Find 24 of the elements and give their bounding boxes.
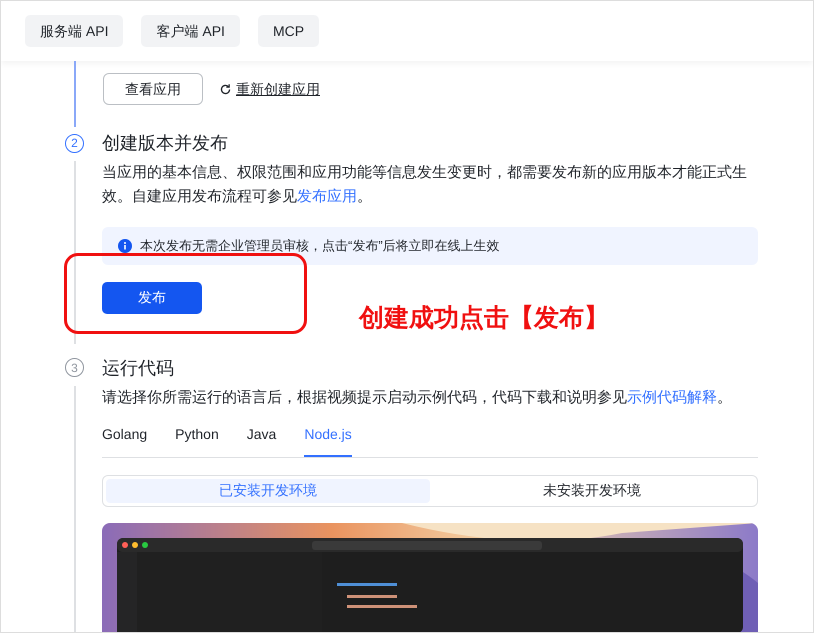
doc-tab[interactable]: 服务端 API xyxy=(25,15,124,47)
doc-tab[interactable]: 客户端 API xyxy=(141,15,240,47)
language-tab[interactable]: Java xyxy=(246,424,276,456)
refresh-icon xyxy=(219,82,232,96)
environment-tab[interactable]: 已安装开发环境 xyxy=(106,478,430,502)
step-number: 3 xyxy=(65,358,84,377)
language-tab[interactable]: Golang xyxy=(102,424,148,456)
step-description: 当应用的基本信息、权限范围和应用功能等信息发生变更时，都需要发布新的应用版本才能正式生效。自建应用发布流程可参见发布应用。 xyxy=(102,163,748,207)
publish-button[interactable]: 发布 xyxy=(102,282,202,314)
environment-tab[interactable]: 未安装开发环境 xyxy=(430,478,754,502)
doc-tab[interactable]: MCP xyxy=(258,15,320,47)
language-tab[interactable]: Python xyxy=(175,424,219,456)
recreate-app-link[interactable]: 重新创建应用 xyxy=(219,78,320,100)
step-title: 运行代码 xyxy=(102,356,174,380)
notice-text: 本次发布无需企业管理员审核，点击“发布”后将立即在线上生效 xyxy=(140,237,500,255)
info-icon xyxy=(118,238,132,253)
step-number: 2 xyxy=(65,134,84,152)
step-description: 请选择你所需运行的语言后，根据视频提示启动示例代码，代码下载和说明参见示例代码解释。 xyxy=(102,388,733,408)
annotation-text: 创建成功点击【发布】 xyxy=(359,303,609,334)
doc-link[interactable]: 示例代码解释 xyxy=(627,388,717,406)
view-app-button[interactable]: 查看应用 xyxy=(103,73,203,105)
language-tab[interactable]: Node.js xyxy=(304,424,352,456)
step-title: 创建版本并发布 xyxy=(102,132,228,155)
doc-link[interactable]: 发布应用 xyxy=(297,188,357,205)
